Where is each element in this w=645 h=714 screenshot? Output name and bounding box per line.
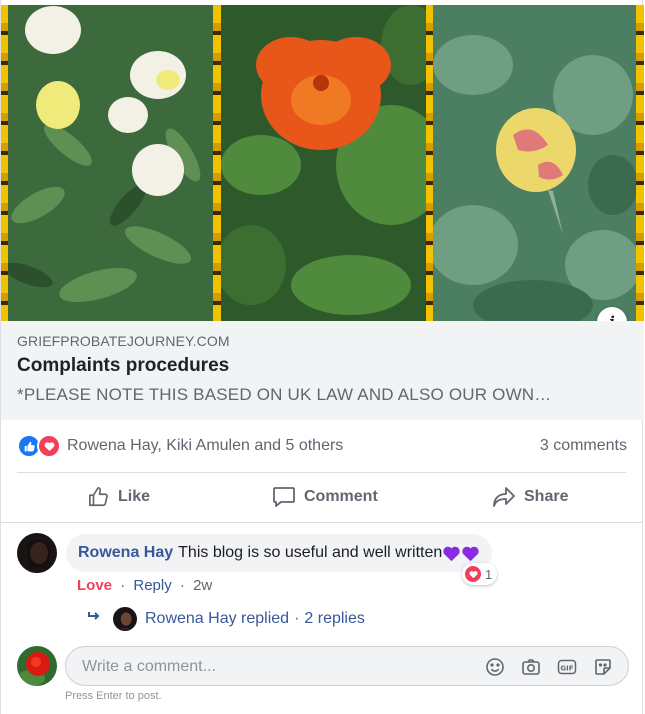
comment-input[interactable]: [80, 655, 464, 679]
comment-reaction-pill[interactable]: 1: [462, 563, 498, 585]
post-card: i GRIEFPROBATEJOURNEY.COM Complaints pro…: [0, 0, 644, 714]
comment-time[interactable]: 2w: [193, 577, 212, 594]
sticker-icon[interactable]: [592, 656, 614, 678]
like-label: Like: [118, 488, 151, 505]
share-button[interactable]: Share: [492, 480, 568, 514]
link-domain: GRIEFPROBATEJOURNEY.COM: [17, 333, 230, 349]
reply-link[interactable]: Reply: [133, 577, 171, 594]
emoji-icon[interactable]: [484, 656, 506, 678]
comment-bubble-icon: [272, 486, 296, 508]
link-preview[interactable]: GRIEFPROBATEJOURNEY.COM Complaints proce…: [1, 321, 644, 420]
comment-button[interactable]: Comment: [272, 480, 378, 514]
love-reaction-icon: [37, 434, 61, 458]
separator: ·: [294, 610, 300, 627]
reaction-summary[interactable]: Rowena Hay, Kiki Amulen and 5 others: [17, 434, 343, 458]
composer-hint: Press Enter to post.: [65, 690, 162, 702]
separator: ·: [179, 577, 185, 594]
comment-text: This blog is so useful and well written: [178, 544, 443, 561]
divider: [17, 472, 626, 473]
comment-count[interactable]: 3 comments: [540, 437, 627, 455]
purple-heart-icon: [462, 546, 479, 561]
comment-label: Comment: [304, 488, 378, 505]
thumbs-up-icon: [88, 486, 110, 508]
reaction-names[interactable]: Rowena Hay, Kiki Amulen and 5 others: [67, 437, 343, 455]
link-description: *PLEASE NOTE THIS BASED ON UK LAW AND AL…: [17, 385, 552, 404]
svg-text:GIF: GIF: [560, 665, 573, 673]
camera-icon[interactable]: [520, 656, 542, 678]
share-arrow-icon: [492, 486, 516, 508]
love-reaction-icon: [465, 566, 481, 582]
border-stripe: [636, 5, 644, 321]
avatar[interactable]: [17, 646, 57, 686]
separator: ·: [120, 577, 126, 594]
border-stripe: [213, 5, 221, 321]
comment-meta: Love · Reply · 2w: [77, 577, 212, 594]
photo-white-flowers: [8, 5, 213, 321]
shared-image-collage[interactable]: [1, 5, 644, 321]
reply-arrow-icon: [87, 610, 101, 628]
purple-heart-icon: [443, 546, 460, 561]
replied-text: Rowena Hay replied: [145, 610, 290, 627]
comment-composer[interactable]: GIF: [65, 646, 629, 686]
link-title: Complaints procedures: [17, 355, 230, 376]
photo-rose-bud: [433, 5, 636, 321]
share-label: Share: [524, 488, 569, 505]
avatar[interactable]: [17, 533, 57, 573]
replies-count: 2 replies: [304, 610, 365, 627]
love-link[interactable]: Love: [77, 577, 112, 594]
divider: [1, 522, 642, 523]
photo-orange-nasturtium: [221, 5, 426, 321]
like-button[interactable]: Like: [88, 480, 150, 514]
view-replies-link[interactable]: Rowena Hay replied · 2 replies: [87, 607, 365, 631]
avatar: [113, 607, 137, 631]
comment-author[interactable]: Rowena Hay: [78, 544, 173, 562]
composer-icons: GIF: [484, 656, 614, 678]
reaction-count: 1: [485, 566, 493, 582]
comment-bubble: Rowena Hay This blog is so useful and we…: [66, 534, 493, 572]
gif-icon[interactable]: GIF: [556, 656, 578, 678]
